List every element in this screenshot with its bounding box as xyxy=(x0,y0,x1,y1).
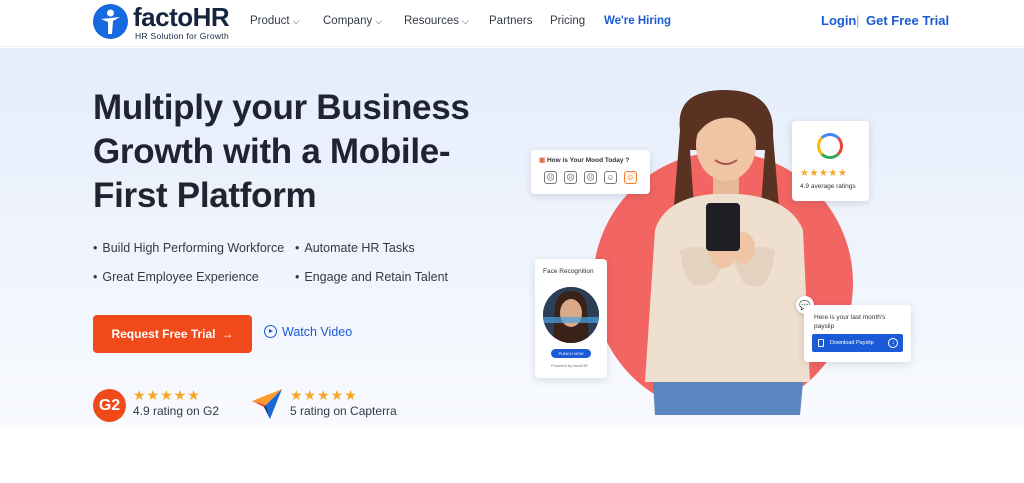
mood-face-selected-icon[interactable]: ☺ xyxy=(624,171,637,184)
face-recognition-title: Face Recognition xyxy=(543,268,594,275)
google-stars: ★★★★★ xyxy=(800,168,848,179)
bullet-automate: Automate HR Tasks xyxy=(295,241,414,255)
capterra-rating: ★★★★★ 5 rating on Capterra xyxy=(250,387,410,423)
logo-wordmark: factoHR xyxy=(133,2,230,32)
g2-rating-text: 4.9 rating on G2 xyxy=(133,404,220,418)
watch-video-link[interactable]: Watch Video xyxy=(264,325,352,339)
bullet-engage: Engage and Retain Talent xyxy=(295,270,448,284)
document-icon xyxy=(818,339,824,347)
mood-card: ▣ How is Your Mood Today ? ☹ ☹ ☹ ☺ ☺ xyxy=(531,150,650,194)
nav-hiring[interactable]: We're Hiring xyxy=(604,15,671,27)
bullet-workforce: Build High Performing Workforce xyxy=(93,241,284,255)
face-photo xyxy=(543,287,599,343)
face-recognition-card: Face Recognition PUNCH NOW Powered by fa… xyxy=(535,259,607,378)
page-bottom xyxy=(0,428,1024,483)
nav-partners[interactable]: Partners xyxy=(489,15,532,27)
login-link[interactable]: Login xyxy=(821,13,856,28)
g2-stars: ★★★★★ xyxy=(133,387,201,403)
nav-company[interactable]: Company ⌵ xyxy=(323,15,382,27)
nav-separator: | xyxy=(856,13,860,28)
download-payslip-button[interactable]: Download Payslip ↓ xyxy=(812,334,903,352)
punch-now-button[interactable]: PUNCH NOW xyxy=(551,349,591,358)
request-free-trial-button[interactable]: Request Free Trial → xyxy=(93,315,252,353)
powered-by-text: Powered by factoHR xyxy=(551,363,588,368)
nav-product[interactable]: Product ⌵ xyxy=(250,15,299,27)
payslip-message: Here is your last month's payslip xyxy=(814,314,886,330)
logo-tagline: HR Solution for Growth xyxy=(135,31,229,41)
capterra-stars: ★★★★★ xyxy=(290,387,358,403)
capterra-icon xyxy=(250,387,284,426)
google-rating-card: ★★★★★ 4.9 average ratings xyxy=(792,121,869,201)
hero-headline: Multiply your Business Growth with a Mob… xyxy=(93,88,470,215)
g2-logo-icon: G2 xyxy=(93,389,126,422)
mood-face-icon[interactable]: ☺ xyxy=(604,171,617,184)
chevron-down-icon: ⌵ xyxy=(461,16,469,26)
mood-card-title: ▣ How is Your Mood Today ? xyxy=(539,157,630,164)
mood-face-icon[interactable]: ☹ xyxy=(564,171,577,184)
nav-resources[interactable]: Resources ⌵ xyxy=(404,15,469,27)
google-rating-text: 4.9 average ratings xyxy=(800,183,856,190)
bullet-experience: Great Employee Experience xyxy=(93,270,258,284)
payslip-card: Here is your last month's payslip Downlo… xyxy=(804,305,911,362)
mood-face-icon[interactable]: ☹ xyxy=(544,171,557,184)
arrow-right-icon: → xyxy=(221,327,234,341)
chevron-down-icon: ⌵ xyxy=(375,16,383,26)
logo-mark-icon xyxy=(93,4,128,39)
google-logo-icon xyxy=(817,133,843,159)
mood-face-icon[interactable]: ☹ xyxy=(584,171,597,184)
chevron-down-icon: ⌵ xyxy=(292,16,300,26)
download-icon: ↓ xyxy=(888,338,898,348)
top-navigation: factoHR HR Solution for Growth Product ⌵ … xyxy=(0,0,1024,47)
get-free-trial-link[interactable]: Get Free Trial xyxy=(866,13,949,28)
play-icon xyxy=(264,325,277,338)
factohr-logo[interactable]: factoHR HR Solution for Growth xyxy=(93,2,243,43)
chat-icon: ▣ xyxy=(539,157,547,164)
g2-rating: G2 ★★★★★ 4.9 rating on G2 xyxy=(93,387,233,423)
nav-pricing[interactable]: Pricing xyxy=(550,15,585,27)
capterra-rating-text: 5 rating on Capterra xyxy=(290,404,397,418)
